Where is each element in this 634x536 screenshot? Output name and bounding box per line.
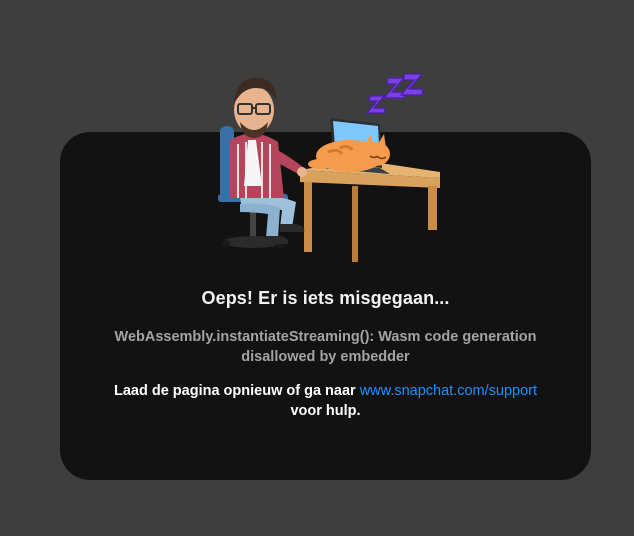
help-text: Laad de pagina opnieuw of ga naar www.sn… — [90, 381, 561, 421]
support-link[interactable]: www.snapchat.com/support — [360, 383, 537, 399]
error-title: Oeps! Er is iets misgegaan... — [201, 288, 450, 308]
page: Oeps! Er is iets misgegaan... WebAssembl… — [0, 0, 634, 536]
bitmoji-sleeping-cat-illustration — [218, 73, 440, 262]
error-message: WebAssembly.instantiateStreaming(): Wasm… — [114, 329, 537, 365]
help-text-prefix: Laad de pagina opnieuw of ga naar — [113, 383, 360, 399]
help-text-suffix: voor hulp. — [290, 403, 361, 419]
zzz-icon — [365, 73, 424, 114]
bitmoji-avatar — [218, 78, 307, 248]
desk-icon — [300, 160, 440, 262]
